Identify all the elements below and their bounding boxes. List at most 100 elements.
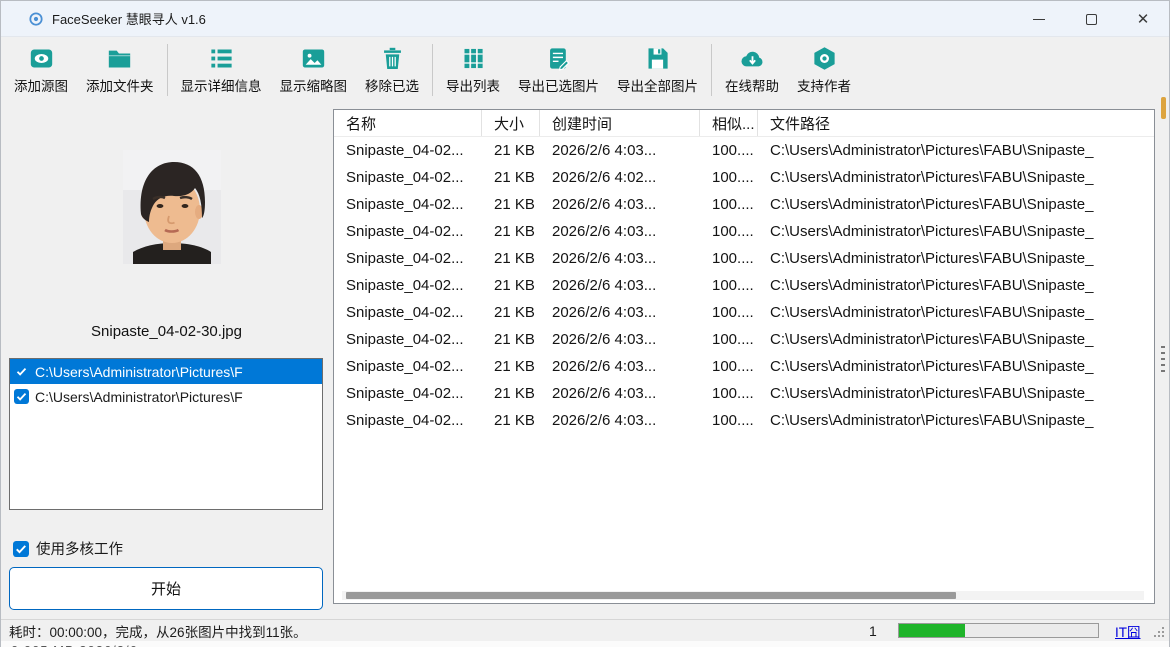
minimize-icon <box>1033 19 1045 20</box>
column-header-size[interactable]: 大小 <box>482 110 540 136</box>
toolbar-label: 显示缩略图 <box>280 75 348 95</box>
cell-similarity: 100.... <box>700 358 758 375</box>
folder-path: C:\Users\Administrator\Pictures\F <box>35 389 243 405</box>
status-bar: 耗时：00:00:00，完成，从26张图片中找到11张。 1 IT囧 <box>1 619 1169 641</box>
app-logo-icon <box>29 12 43 26</box>
toolbar-label: 在线帮助 <box>725 75 779 95</box>
horizontal-scrollbar[interactable] <box>342 591 1144 600</box>
horizontal-scrollbar-thumb[interactable] <box>346 592 956 599</box>
table-row[interactable]: Snipaste_04-02... 21 KB 2026/2/6 4:03...… <box>334 407 1154 434</box>
table-row[interactable]: Snipaste_04-02... 21 KB 2026/2/6 4:03...… <box>334 380 1154 407</box>
results-table: 名称 大小 创建时间 相似... 文件路径 Snipaste_04-02... … <box>333 109 1155 604</box>
cell-created: 2026/2/6 4:03... <box>540 277 700 294</box>
toolbar-export-all[interactable]: 导出全部图片 <box>608 41 707 99</box>
cell-size: 21 KB <box>482 250 540 267</box>
cell-size: 21 KB <box>482 142 540 159</box>
folder-item[interactable]: C:\Users\Administrator\Pictures\F <box>10 359 322 384</box>
export-all-icon <box>644 45 671 72</box>
multicore-checkbox-row[interactable]: 使用多核工作 <box>13 538 123 559</box>
toolbar-show-thumbnails[interactable]: 显示缩略图 <box>271 41 357 99</box>
cell-size: 21 KB <box>482 412 540 429</box>
toolbar-add-source-image[interactable]: 添加源图 <box>5 41 77 99</box>
start-button[interactable]: 开始 <box>9 567 323 610</box>
column-header-created[interactable]: 创建时间 <box>540 110 700 136</box>
thumbnails-icon <box>300 45 327 72</box>
table-row[interactable]: Snipaste_04-02... 21 KB 2026/2/6 4:03...… <box>334 272 1154 299</box>
cell-created: 2026/2/6 4:02... <box>540 169 700 186</box>
support-author-icon <box>811 45 838 72</box>
toolbar-support-author[interactable]: 支持作者 <box>788 41 860 99</box>
cell-size: 21 KB <box>482 358 540 375</box>
toolbar-add-folder[interactable]: 添加文件夹 <box>77 41 163 99</box>
maximize-icon <box>1086 14 1097 25</box>
cell-similarity: 100.... <box>700 223 758 240</box>
vertical-scrollbar-thumb[interactable] <box>1161 97 1166 119</box>
cell-created: 2026/2/6 4:03... <box>540 223 700 240</box>
author-link[interactable]: IT囧 <box>1115 621 1141 641</box>
column-header-path[interactable]: 文件路径 <box>758 110 1154 136</box>
export-list-icon <box>460 45 487 72</box>
cell-path: C:\Users\Administrator\Pictures\FABU\Sni… <box>758 250 1154 267</box>
cell-path: C:\Users\Administrator\Pictures\FABU\Sni… <box>758 142 1154 159</box>
toolbar-label: 导出已选图片 <box>518 75 599 95</box>
table-row[interactable]: Snipaste_04-02... 21 KB 2026/2/6 4:03...… <box>334 191 1154 218</box>
toolbar-separator <box>167 44 168 96</box>
cell-size: 21 KB <box>482 223 540 240</box>
cell-similarity: 100.... <box>700 385 758 402</box>
resize-grip[interactable] <box>1152 625 1166 639</box>
cell-name: Snipaste_04-02... <box>334 169 482 186</box>
toolbar-export-list[interactable]: 导出列表 <box>437 41 509 99</box>
maximize-button[interactable] <box>1065 1 1117 37</box>
splitter-handle[interactable] <box>1161 346 1165 372</box>
cell-created: 2026/2/6 4:03... <box>540 142 700 159</box>
checkbox-checked-icon[interactable] <box>13 541 29 557</box>
column-header-name[interactable]: 名称 <box>334 110 482 136</box>
cell-path: C:\Users\Administrator\Pictures\FABU\Sni… <box>758 412 1154 429</box>
toolbar-label: 导出列表 <box>446 75 500 95</box>
cell-name: Snipaste_04-02... <box>334 250 482 267</box>
cell-created: 2026/2/6 4:03... <box>540 250 700 267</box>
minimize-button[interactable] <box>1013 1 1065 37</box>
cell-size: 21 KB <box>482 385 540 402</box>
cell-name: Snipaste_04-02... <box>334 385 482 402</box>
status-text: 耗时：00:00:00，完成，从26张图片中找到11张。 <box>9 621 307 641</box>
table-row[interactable]: Snipaste_04-02... 21 KB 2026/2/6 4:02...… <box>334 164 1154 191</box>
status-counter: 1 <box>869 623 877 639</box>
cell-name: Snipaste_04-02... <box>334 142 482 159</box>
cell-created: 2026/2/6 4:03... <box>540 304 700 321</box>
cell-name: Snipaste_04-02... <box>334 223 482 240</box>
toolbar-show-details[interactable]: 显示详细信息 <box>172 41 271 99</box>
table-row[interactable]: Snipaste_04-02... 21 KB 2026/2/6 4:03...… <box>334 326 1154 353</box>
checkbox-checked-icon[interactable] <box>14 364 29 379</box>
cell-path: C:\Users\Administrator\Pictures\FABU\Sni… <box>758 196 1154 213</box>
clipped-background-row: 0.005 MB 2026/2/6 ... <box>1 641 1169 647</box>
cell-similarity: 100.... <box>700 169 758 186</box>
toolbar-export-selected[interactable]: 导出已选图片 <box>509 41 608 99</box>
table-row[interactable]: Snipaste_04-02... 21 KB 2026/2/6 4:03...… <box>334 137 1154 164</box>
progress-fill <box>899 624 965 637</box>
folder-list[interactable]: C:\Users\Administrator\Pictures\F C:\Use… <box>9 358 323 510</box>
checkbox-checked-icon[interactable] <box>14 389 29 404</box>
table-row[interactable]: Snipaste_04-02... 21 KB 2026/2/6 4:03...… <box>334 299 1154 326</box>
window-title: FaceSeeker 慧眼寻人 v1.6 <box>52 9 206 28</box>
cell-name: Snipaste_04-02... <box>334 277 482 294</box>
cell-size: 21 KB <box>482 277 540 294</box>
cell-path: C:\Users\Administrator\Pictures\FABU\Sni… <box>758 358 1154 375</box>
folder-item[interactable]: C:\Users\Administrator\Pictures\F <box>10 384 322 409</box>
cell-similarity: 100.... <box>700 250 758 267</box>
close-icon: ✕ <box>1137 10 1150 28</box>
export-selected-icon <box>545 45 572 72</box>
toolbar-online-help[interactable]: 在线帮助 <box>716 41 788 99</box>
table-row[interactable]: Snipaste_04-02... 21 KB 2026/2/6 4:03...… <box>334 245 1154 272</box>
cell-path: C:\Users\Administrator\Pictures\FABU\Sni… <box>758 223 1154 240</box>
source-face-image <box>123 150 221 264</box>
cell-path: C:\Users\Administrator\Pictures\FABU\Sni… <box>758 331 1154 348</box>
table-row[interactable]: Snipaste_04-02... 21 KB 2026/2/6 4:03...… <box>334 218 1154 245</box>
column-header-similarity[interactable]: 相似... <box>700 110 758 136</box>
cell-path: C:\Users\Administrator\Pictures\FABU\Sni… <box>758 277 1154 294</box>
trash-icon <box>379 45 406 72</box>
toolbar-remove-selected[interactable]: 移除已选 <box>356 41 428 99</box>
table-row[interactable]: Snipaste_04-02... 21 KB 2026/2/6 4:03...… <box>334 353 1154 380</box>
close-button[interactable]: ✕ <box>1117 1 1169 37</box>
cell-name: Snipaste_04-02... <box>334 358 482 375</box>
